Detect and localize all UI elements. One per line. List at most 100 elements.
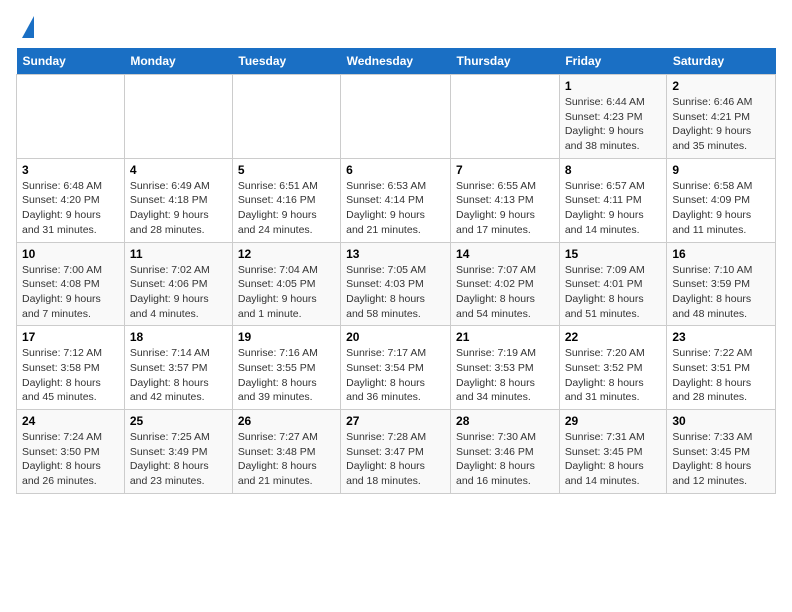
calendar-cell: 15 Sunrise: 7:09 AM Sunset: 4:01 PM Dayli… [559, 242, 667, 326]
day-info: Sunrise: 7:31 AM Sunset: 3:45 PM Dayligh… [565, 430, 662, 489]
day-number: 29 [565, 414, 662, 428]
logo [16, 16, 34, 38]
calendar-cell: 18 Sunrise: 7:14 AM Sunset: 3:57 PM Dayli… [124, 326, 232, 410]
calendar-cell: 9 Sunrise: 6:58 AM Sunset: 4:09 PM Daylig… [667, 158, 776, 242]
weekday-header: Thursday [451, 48, 560, 75]
calendar-cell: 24 Sunrise: 7:24 AM Sunset: 3:50 PM Dayli… [17, 410, 125, 494]
calendar-cell: 29 Sunrise: 7:31 AM Sunset: 3:45 PM Dayli… [559, 410, 667, 494]
weekday-header: Saturday [667, 48, 776, 75]
calendar-cell: 25 Sunrise: 7:25 AM Sunset: 3:49 PM Dayli… [124, 410, 232, 494]
day-number: 6 [346, 163, 445, 177]
day-info: Sunrise: 7:22 AM Sunset: 3:51 PM Dayligh… [672, 346, 770, 405]
weekday-header: Monday [124, 48, 232, 75]
day-info: Sunrise: 7:14 AM Sunset: 3:57 PM Dayligh… [130, 346, 227, 405]
weekday-header: Tuesday [232, 48, 340, 75]
calendar-week-row: 17 Sunrise: 7:12 AM Sunset: 3:58 PM Dayli… [17, 326, 776, 410]
day-info: Sunrise: 7:02 AM Sunset: 4:06 PM Dayligh… [130, 263, 227, 322]
day-number: 28 [456, 414, 554, 428]
day-info: Sunrise: 7:00 AM Sunset: 4:08 PM Dayligh… [22, 263, 119, 322]
calendar-cell: 8 Sunrise: 6:57 AM Sunset: 4:11 PM Daylig… [559, 158, 667, 242]
day-number: 25 [130, 414, 227, 428]
day-number: 20 [346, 330, 445, 344]
day-number: 30 [672, 414, 770, 428]
calendar-cell: 11 Sunrise: 7:02 AM Sunset: 4:06 PM Dayli… [124, 242, 232, 326]
weekday-header: Wednesday [341, 48, 451, 75]
calendar-cell [17, 75, 125, 159]
day-number: 17 [22, 330, 119, 344]
weekday-header-row: SundayMondayTuesdayWednesdayThursdayFrid… [17, 48, 776, 75]
day-info: Sunrise: 7:24 AM Sunset: 3:50 PM Dayligh… [22, 430, 119, 489]
day-number: 11 [130, 247, 227, 261]
page-header [16, 16, 776, 38]
day-info: Sunrise: 7:16 AM Sunset: 3:55 PM Dayligh… [238, 346, 335, 405]
calendar-cell: 27 Sunrise: 7:28 AM Sunset: 3:47 PM Dayli… [341, 410, 451, 494]
calendar-cell: 7 Sunrise: 6:55 AM Sunset: 4:13 PM Daylig… [451, 158, 560, 242]
day-number: 23 [672, 330, 770, 344]
weekday-header: Sunday [17, 48, 125, 75]
day-info: Sunrise: 6:57 AM Sunset: 4:11 PM Dayligh… [565, 179, 662, 238]
calendar-cell: 13 Sunrise: 7:05 AM Sunset: 4:03 PM Dayli… [341, 242, 451, 326]
day-info: Sunrise: 6:44 AM Sunset: 4:23 PM Dayligh… [565, 95, 662, 154]
calendar-cell: 3 Sunrise: 6:48 AM Sunset: 4:20 PM Daylig… [17, 158, 125, 242]
day-number: 8 [565, 163, 662, 177]
day-info: Sunrise: 6:49 AM Sunset: 4:18 PM Dayligh… [130, 179, 227, 238]
calendar-cell [124, 75, 232, 159]
day-info: Sunrise: 6:58 AM Sunset: 4:09 PM Dayligh… [672, 179, 770, 238]
calendar-cell: 12 Sunrise: 7:04 AM Sunset: 4:05 PM Dayli… [232, 242, 340, 326]
logo-triangle-icon [22, 16, 34, 38]
day-number: 24 [22, 414, 119, 428]
day-info: Sunrise: 7:10 AM Sunset: 3:59 PM Dayligh… [672, 263, 770, 322]
day-number: 22 [565, 330, 662, 344]
day-number: 4 [130, 163, 227, 177]
calendar-cell: 17 Sunrise: 7:12 AM Sunset: 3:58 PM Dayli… [17, 326, 125, 410]
calendar-cell: 4 Sunrise: 6:49 AM Sunset: 4:18 PM Daylig… [124, 158, 232, 242]
day-info: Sunrise: 7:28 AM Sunset: 3:47 PM Dayligh… [346, 430, 445, 489]
day-info: Sunrise: 6:55 AM Sunset: 4:13 PM Dayligh… [456, 179, 554, 238]
day-info: Sunrise: 7:09 AM Sunset: 4:01 PM Dayligh… [565, 263, 662, 322]
calendar-cell: 21 Sunrise: 7:19 AM Sunset: 3:53 PM Dayli… [451, 326, 560, 410]
calendar-cell [341, 75, 451, 159]
day-number: 27 [346, 414, 445, 428]
day-info: Sunrise: 7:04 AM Sunset: 4:05 PM Dayligh… [238, 263, 335, 322]
day-info: Sunrise: 7:12 AM Sunset: 3:58 PM Dayligh… [22, 346, 119, 405]
day-number: 14 [456, 247, 554, 261]
calendar-cell: 26Sunrise: 7:27 AM Sunset: 3:48 PM Dayli… [232, 410, 340, 494]
day-info: Sunrise: 7:19 AM Sunset: 3:53 PM Dayligh… [456, 346, 554, 405]
day-number: 18 [130, 330, 227, 344]
calendar-week-row: 3 Sunrise: 6:48 AM Sunset: 4:20 PM Daylig… [17, 158, 776, 242]
calendar-cell: 1 Sunrise: 6:44 AM Sunset: 4:23 PM Daylig… [559, 75, 667, 159]
day-number: 21 [456, 330, 554, 344]
day-number: 7 [456, 163, 554, 177]
day-number: 3 [22, 163, 119, 177]
day-info: Sunrise: 7:25 AM Sunset: 3:49 PM Dayligh… [130, 430, 227, 489]
day-info: Sunrise: 7:07 AM Sunset: 4:02 PM Dayligh… [456, 263, 554, 322]
day-info: Sunrise: 6:46 AM Sunset: 4:21 PM Dayligh… [672, 95, 770, 154]
day-info: Sunrise: 7:30 AM Sunset: 3:46 PM Dayligh… [456, 430, 554, 489]
day-number: 15 [565, 247, 662, 261]
day-info: Sunrise: 7:27 AM Sunset: 3:48 PM Dayligh… [238, 430, 335, 489]
calendar-cell: 5Sunrise: 6:51 AM Sunset: 4:16 PM Daylig… [232, 158, 340, 242]
day-number: 10 [22, 247, 119, 261]
day-number: 13 [346, 247, 445, 261]
day-number: 16 [672, 247, 770, 261]
calendar-week-row: 1 Sunrise: 6:44 AM Sunset: 4:23 PM Daylig… [17, 75, 776, 159]
day-number: 12 [238, 247, 335, 261]
day-number: 5 [238, 163, 335, 177]
calendar-cell: 23 Sunrise: 7:22 AM Sunset: 3:51 PM Dayli… [667, 326, 776, 410]
day-number: 1 [565, 79, 662, 93]
day-number: 19 [238, 330, 335, 344]
day-number: 2 [672, 79, 770, 93]
calendar-table: SundayMondayTuesdayWednesdayThursdayFrid… [16, 48, 776, 494]
calendar-cell: 2 Sunrise: 6:46 AM Sunset: 4:21 PM Daylig… [667, 75, 776, 159]
day-info: Sunrise: 6:53 AM Sunset: 4:14 PM Dayligh… [346, 179, 445, 238]
calendar-cell: 28 Sunrise: 7:30 AM Sunset: 3:46 PM Dayli… [451, 410, 560, 494]
day-info: Sunrise: 7:05 AM Sunset: 4:03 PM Dayligh… [346, 263, 445, 322]
calendar-cell: 6 Sunrise: 6:53 AM Sunset: 4:14 PM Daylig… [341, 158, 451, 242]
day-number: 9 [672, 163, 770, 177]
calendar-week-row: 24 Sunrise: 7:24 AM Sunset: 3:50 PM Dayli… [17, 410, 776, 494]
calendar-cell: 30 Sunrise: 7:33 AM Sunset: 3:45 PM Dayli… [667, 410, 776, 494]
day-info: Sunrise: 7:33 AM Sunset: 3:45 PM Dayligh… [672, 430, 770, 489]
calendar-cell [451, 75, 560, 159]
calendar-cell: 16 Sunrise: 7:10 AM Sunset: 3:59 PM Dayli… [667, 242, 776, 326]
day-info: Sunrise: 6:48 AM Sunset: 4:20 PM Dayligh… [22, 179, 119, 238]
